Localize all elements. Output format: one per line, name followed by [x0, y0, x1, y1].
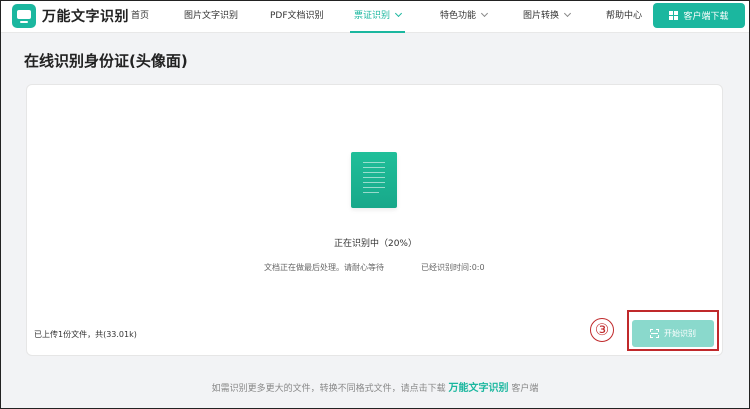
footer-suffix: 客户端: [511, 384, 539, 394]
chevron-down-icon: [394, 9, 403, 18]
footer-note: 如需识别更多更大的文件，转换不同格式文件，请点击下载 万能文字识别 客户端: [0, 379, 750, 394]
nav-image-convert[interactable]: 图片转换: [523, 0, 572, 33]
nav-pdf-recognition[interactable]: PDF文档识别: [270, 0, 324, 33]
client-download-button[interactable]: 客户端下载: [653, 3, 745, 28]
recognition-status: 正在识别中（20%）: [333, 239, 417, 249]
chevron-down-icon: [563, 9, 572, 18]
nav-image-text-recognition[interactable]: 图片文字识别: [184, 0, 238, 33]
footer-brand-link[interactable]: 万能文字识别: [449, 383, 509, 394]
logo-text: 万能文字识别: [42, 9, 129, 25]
client-download-label: 客户端下载: [683, 12, 729, 22]
upload-info: 已上传1份文件，共(33.01k): [34, 330, 137, 339]
elapsed-time: 已经识别时间:0:0: [421, 263, 485, 272]
windows-icon: [669, 11, 679, 20]
nav-help-center[interactable]: 帮助中心: [606, 0, 642, 33]
document-icon: [351, 152, 397, 208]
nav-image-convert-label: 图片转换: [523, 11, 560, 21]
page-title: 在线识别身份证(头像面): [24, 52, 188, 70]
annotation-step-number: ③: [590, 318, 614, 342]
recognition-card: 正在识别中（20%） 文档正在做最后处理。请耐心等待 已经识别时间:0:0 已上…: [26, 84, 723, 356]
processing-note: 文档正在做最后处理。请耐心等待: [264, 263, 384, 272]
nav-special-features[interactable]: 特色功能: [440, 0, 489, 33]
app-logo[interactable]: 万能文字识别: [12, 4, 129, 28]
annotation-highlight-box: [627, 310, 719, 351]
nav-ticket-recognition-label: 票证识别: [354, 11, 391, 21]
footer-prefix: 如需识别更多更大的文件，转换不同格式文件，请点击下载: [211, 384, 446, 394]
scanner-logo-icon: [12, 4, 36, 28]
nav-special-features-label: 特色功能: [440, 11, 477, 21]
top-nav-bar: 万能文字识别 首页 图片文字识别 PDF文档识别 票证识别 特色功能 图片转换 …: [0, 0, 750, 33]
chevron-down-icon: [480, 9, 489, 18]
nav-ticket-recognition[interactable]: 票证识别: [349, 0, 406, 33]
nav-home[interactable]: 首页: [131, 0, 149, 33]
